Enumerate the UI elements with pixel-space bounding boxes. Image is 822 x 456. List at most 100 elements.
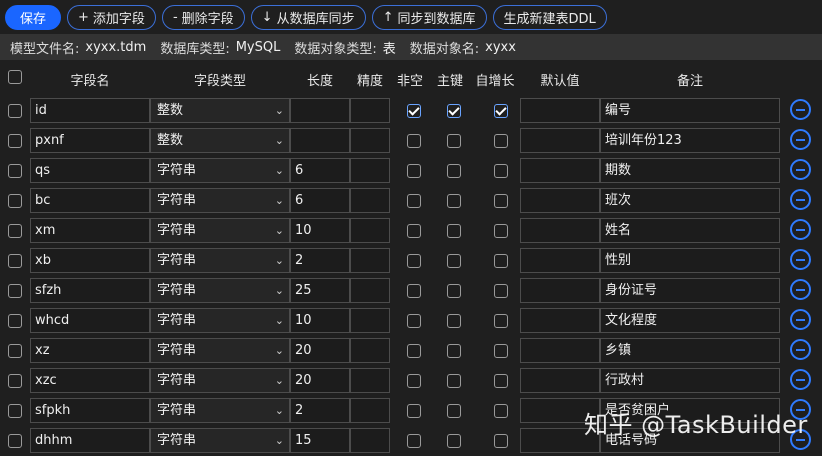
default-value-input[interactable] xyxy=(520,308,600,333)
primary-key-checkbox[interactable] xyxy=(447,224,461,238)
minus-circle-icon[interactable] xyxy=(790,279,811,300)
generate-ddl-button[interactable]: 生成新建表DDL xyxy=(492,4,607,30)
field-length-input[interactable]: 2 xyxy=(290,398,350,423)
field-precision-input[interactable] xyxy=(350,308,390,333)
field-precision-input[interactable] xyxy=(350,248,390,273)
field-name-input[interactable]: sfpkh xyxy=(30,398,150,423)
not-null-checkbox[interactable] xyxy=(407,344,421,358)
default-value-input[interactable] xyxy=(520,218,600,243)
not-null-checkbox[interactable] xyxy=(407,434,421,448)
delete-field-button[interactable]: - 删除字段 xyxy=(161,4,245,30)
field-type-select[interactable]: 字符串 ⌄ xyxy=(150,278,290,303)
minus-circle-icon[interactable] xyxy=(790,309,811,330)
primary-key-checkbox[interactable] xyxy=(447,104,461,118)
field-name-input[interactable]: xm xyxy=(30,218,150,243)
row-select-checkbox[interactable] xyxy=(8,284,22,298)
field-name-input[interactable]: id xyxy=(30,98,150,123)
field-length-input[interactable]: 6 xyxy=(290,188,350,213)
default-value-input[interactable] xyxy=(520,188,600,213)
row-select-checkbox[interactable] xyxy=(8,374,22,388)
default-value-input[interactable] xyxy=(520,98,600,123)
not-null-checkbox[interactable] xyxy=(407,374,421,388)
primary-key-checkbox[interactable] xyxy=(447,404,461,418)
remark-input[interactable]: 培训年份123 xyxy=(600,128,780,153)
primary-key-checkbox[interactable] xyxy=(447,254,461,268)
field-length-input[interactable]: 6 xyxy=(290,158,350,183)
save-button[interactable]: 保存 xyxy=(5,4,62,30)
minus-circle-icon[interactable] xyxy=(790,189,811,210)
field-length-input[interactable]: 20 xyxy=(290,368,350,393)
sync-to-db-button[interactable]: ↑ 同步到数据库 xyxy=(371,4,487,30)
primary-key-checkbox[interactable] xyxy=(447,344,461,358)
minus-circle-icon[interactable] xyxy=(790,339,811,360)
field-precision-input[interactable] xyxy=(350,338,390,363)
auto-increment-checkbox[interactable] xyxy=(494,374,508,388)
remark-input[interactable]: 身份证号 xyxy=(600,278,780,303)
auto-increment-checkbox[interactable] xyxy=(494,434,508,448)
auto-increment-checkbox[interactable] xyxy=(494,314,508,328)
row-select-checkbox[interactable] xyxy=(8,194,22,208)
field-type-select[interactable]: 字符串 ⌄ xyxy=(150,428,290,453)
field-length-input[interactable]: 2 xyxy=(290,248,350,273)
primary-key-checkbox[interactable] xyxy=(447,134,461,148)
default-value-input[interactable] xyxy=(520,158,600,183)
default-value-input[interactable] xyxy=(520,368,600,393)
field-precision-input[interactable] xyxy=(350,128,390,153)
not-null-checkbox[interactable] xyxy=(407,314,421,328)
field-precision-input[interactable] xyxy=(350,188,390,213)
row-select-checkbox[interactable] xyxy=(8,404,22,418)
primary-key-checkbox[interactable] xyxy=(447,374,461,388)
auto-increment-checkbox[interactable] xyxy=(494,194,508,208)
not-null-checkbox[interactable] xyxy=(407,194,421,208)
field-length-input[interactable] xyxy=(290,98,350,123)
auto-increment-checkbox[interactable] xyxy=(494,134,508,148)
field-name-input[interactable]: xzc xyxy=(30,368,150,393)
auto-increment-checkbox[interactable] xyxy=(494,404,508,418)
row-select-checkbox[interactable] xyxy=(8,314,22,328)
not-null-checkbox[interactable] xyxy=(407,134,421,148)
field-type-select[interactable]: 整数 ⌄ xyxy=(150,128,290,153)
not-null-checkbox[interactable] xyxy=(407,104,421,118)
default-value-input[interactable] xyxy=(520,338,600,363)
field-name-input[interactable]: pxnf xyxy=(30,128,150,153)
auto-increment-checkbox[interactable] xyxy=(494,284,508,298)
auto-increment-checkbox[interactable] xyxy=(494,104,508,118)
field-type-select[interactable]: 字符串 ⌄ xyxy=(150,368,290,393)
remark-input[interactable]: 乡镇 xyxy=(600,338,780,363)
not-null-checkbox[interactable] xyxy=(407,254,421,268)
field-precision-input[interactable] xyxy=(350,398,390,423)
row-select-checkbox[interactable] xyxy=(8,224,22,238)
remark-input[interactable]: 姓名 xyxy=(600,218,780,243)
row-select-checkbox[interactable] xyxy=(8,164,22,178)
default-value-input[interactable] xyxy=(520,128,600,153)
default-value-input[interactable] xyxy=(520,278,600,303)
add-field-button[interactable]: + 添加字段 xyxy=(67,4,156,30)
not-null-checkbox[interactable] xyxy=(407,164,421,178)
field-precision-input[interactable] xyxy=(350,428,390,453)
field-type-select[interactable]: 字符串 ⌄ xyxy=(150,188,290,213)
field-name-input[interactable]: sfzh xyxy=(30,278,150,303)
auto-increment-checkbox[interactable] xyxy=(494,164,508,178)
not-null-checkbox[interactable] xyxy=(407,404,421,418)
field-name-input[interactable]: whcd xyxy=(30,308,150,333)
primary-key-checkbox[interactable] xyxy=(447,284,461,298)
minus-circle-icon[interactable] xyxy=(790,219,811,240)
field-length-input[interactable]: 10 xyxy=(290,218,350,243)
field-precision-input[interactable] xyxy=(350,278,390,303)
field-length-input[interactable]: 25 xyxy=(290,278,350,303)
primary-key-checkbox[interactable] xyxy=(447,164,461,178)
primary-key-checkbox[interactable] xyxy=(447,434,461,448)
remark-input[interactable]: 编号 xyxy=(600,98,780,123)
field-length-input[interactable]: 20 xyxy=(290,338,350,363)
field-length-input[interactable]: 15 xyxy=(290,428,350,453)
row-select-checkbox[interactable] xyxy=(8,104,22,118)
select-all-checkbox[interactable] xyxy=(8,70,22,84)
field-precision-input[interactable] xyxy=(350,368,390,393)
minus-circle-icon[interactable] xyxy=(790,129,811,150)
field-name-input[interactable]: xz xyxy=(30,338,150,363)
auto-increment-checkbox[interactable] xyxy=(494,254,508,268)
field-precision-input[interactable] xyxy=(350,218,390,243)
default-value-input[interactable] xyxy=(520,248,600,273)
field-precision-input[interactable] xyxy=(350,158,390,183)
remark-input[interactable]: 期数 xyxy=(600,158,780,183)
